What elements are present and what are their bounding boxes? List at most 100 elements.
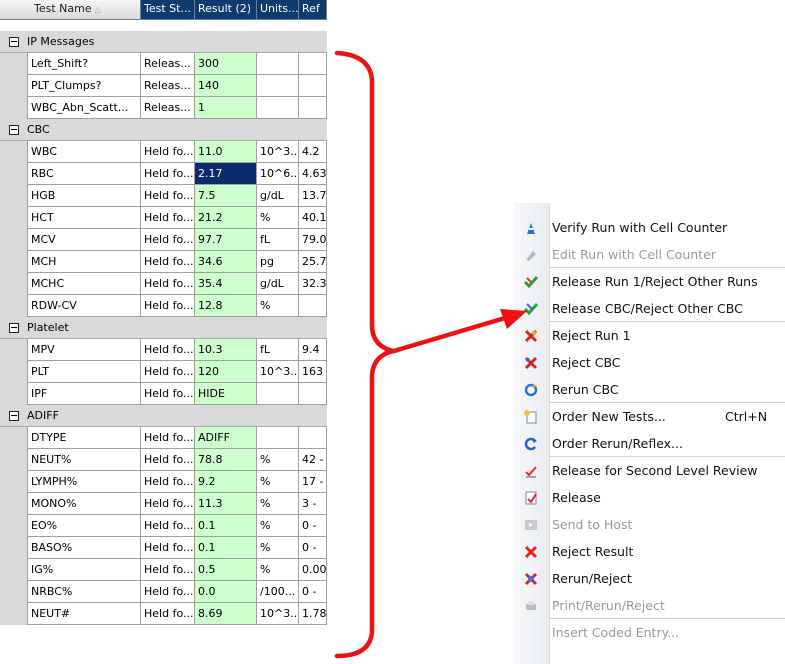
test-status-cell[interactable]: Held fo...	[141, 449, 195, 471]
result-cell[interactable]: 0.5	[195, 559, 257, 581]
ref-range-cell[interactable]: 4.63	[299, 163, 327, 185]
ref-range-cell[interactable]: 40.1	[299, 207, 327, 229]
table-row[interactable]: IG% Held fo... 0.5% 0.00	[0, 559, 327, 581]
ref-range-cell[interactable]	[299, 295, 327, 317]
menu-item-release-run-1-reject-other-runs[interactable]: Release Run 1/Reject Other Runs	[513, 268, 785, 295]
units-cell[interactable]: g/dL	[257, 185, 299, 207]
units-cell[interactable]: %	[257, 449, 299, 471]
result-cell[interactable]: 11.3	[195, 493, 257, 515]
table-row[interactable]: RDW-CV Held fo... 12.8%	[0, 295, 327, 317]
units-cell[interactable]: fL	[257, 339, 299, 361]
ref-range-cell[interactable]: 32.3	[299, 273, 327, 295]
ref-range-cell[interactable]	[299, 53, 327, 75]
test-status-cell[interactable]: Held fo...	[141, 141, 195, 163]
units-cell[interactable]: /100...	[257, 581, 299, 603]
menu-item-release-cbc-reject-other-cbc[interactable]: Release CBC/Reject Other CBC	[513, 295, 785, 322]
test-status-cell[interactable]: Held fo...	[141, 251, 195, 273]
group-header-row[interactable]: IP Messages	[0, 31, 327, 53]
menu-item-rerun-cbc[interactable]: Rerun CBC	[513, 376, 785, 403]
test-name-cell[interactable]: LYMPH%	[27, 471, 141, 493]
units-cell[interactable]: 10^6...	[257, 163, 299, 185]
result-cell[interactable]: 9.2	[195, 471, 257, 493]
test-status-cell[interactable]: Held fo...	[141, 273, 195, 295]
table-row[interactable]: MPV Held fo... 10.3 fL 9.4	[0, 339, 327, 361]
test-name-cell[interactable]: NEUT#	[27, 603, 141, 625]
ref-range-cell[interactable]: 163	[299, 361, 327, 383]
units-cell[interactable]	[257, 383, 299, 405]
table-row[interactable]: MONO% Held fo... 11.3% 3 -	[0, 493, 327, 515]
result-cell[interactable]: 0.0	[195, 581, 257, 603]
table-row[interactable]: NRBC% Held fo... 0.0/100... 0 -	[0, 581, 327, 603]
test-status-cell[interactable]: Held fo...	[141, 493, 195, 515]
test-status-cell[interactable]: Held fo...	[141, 229, 195, 251]
menu-item-verify-run-with-cell-counter[interactable]: Verify Run with Cell Counter	[513, 214, 785, 241]
test-status-cell[interactable]: Held fo...	[141, 603, 195, 625]
result-cell[interactable]: 140	[195, 75, 257, 97]
column-header-ref[interactable]: Ref	[299, 0, 327, 20]
test-name-cell[interactable]: MCV	[27, 229, 141, 251]
test-name-cell[interactable]: IG%	[27, 559, 141, 581]
table-row[interactable]: IPF Held fo... HIDE	[0, 383, 327, 405]
test-name-cell[interactable]: PLT_Clumps?	[27, 75, 141, 97]
table-row[interactable]: MCHC Held fo... 35.4 g/dL 32.3	[0, 273, 327, 295]
test-name-cell[interactable]: NEUT%	[27, 449, 141, 471]
units-cell[interactable]: pg	[257, 251, 299, 273]
ref-range-cell[interactable]: 42 -	[299, 449, 327, 471]
units-cell[interactable]: %	[257, 471, 299, 493]
column-header-test-name[interactable]: Test Name △	[0, 0, 141, 20]
test-name-cell[interactable]: MCH	[27, 251, 141, 273]
test-status-cell[interactable]: Held fo...	[141, 163, 195, 185]
column-header-units[interactable]: Units...	[257, 0, 299, 20]
group-header-row[interactable]: Platelet	[0, 317, 327, 339]
units-cell[interactable]: 10^3...	[257, 141, 299, 163]
table-row[interactable]: MCV Held fo... 97.7 fL 79.0	[0, 229, 327, 251]
menu-item-rerun-reject[interactable]: Rerun/Reject	[513, 565, 785, 592]
collapse-toggle-icon[interactable]	[9, 36, 19, 47]
units-cell[interactable]: %	[257, 559, 299, 581]
units-cell[interactable]: fL	[257, 229, 299, 251]
table-row[interactable]: Left_Shift? Releas... 300	[0, 53, 327, 75]
menu-item-release-for-second-level-review[interactable]: Release for Second Level Review	[513, 457, 785, 484]
ref-range-cell[interactable]	[299, 383, 327, 405]
collapse-toggle-icon[interactable]	[9, 322, 19, 333]
group-header-row[interactable]: CBC	[0, 119, 327, 141]
menu-item-reject-cbc[interactable]: Reject CBC	[513, 349, 785, 376]
result-cell[interactable]: 97.7	[195, 229, 257, 251]
test-status-cell[interactable]: Held fo...	[141, 471, 195, 493]
test-name-cell[interactable]: DTYPE	[27, 427, 141, 449]
test-name-cell[interactable]: MPV	[27, 339, 141, 361]
ref-range-cell[interactable]	[299, 75, 327, 97]
test-status-cell[interactable]: Releas...	[141, 75, 195, 97]
result-cell[interactable]: 0.1	[195, 537, 257, 559]
menu-item-reject-result[interactable]: Reject Result	[513, 538, 785, 565]
units-cell[interactable]: %	[257, 207, 299, 229]
ref-range-cell[interactable]: 17 -	[299, 471, 327, 493]
ref-range-cell[interactable]: 3 -	[299, 493, 327, 515]
units-cell[interactable]: 10^3...	[257, 603, 299, 625]
test-name-cell[interactable]: IPF	[27, 383, 141, 405]
units-cell[interactable]: %	[257, 295, 299, 317]
ref-range-cell[interactable]: 1.78	[299, 603, 327, 625]
table-row[interactable]: HCT Held fo... 21.2% 40.1	[0, 207, 327, 229]
test-status-cell[interactable]: Held fo...	[141, 427, 195, 449]
test-name-cell[interactable]: HGB	[27, 185, 141, 207]
result-cell[interactable]: 34.6	[195, 251, 257, 273]
test-status-cell[interactable]: Held fo...	[141, 207, 195, 229]
ref-range-cell[interactable]: 79.0	[299, 229, 327, 251]
units-cell[interactable]: %	[257, 537, 299, 559]
test-status-cell[interactable]: Held fo...	[141, 515, 195, 537]
test-status-cell[interactable]: Releas...	[141, 53, 195, 75]
table-row[interactable]: HGB Held fo... 7.5 g/dL 13.7	[0, 185, 327, 207]
units-cell[interactable]	[257, 427, 299, 449]
table-row[interactable]: PLT_Clumps? Releas... 140	[0, 75, 327, 97]
units-cell[interactable]: g/dL	[257, 273, 299, 295]
test-status-cell[interactable]: Held fo...	[141, 537, 195, 559]
test-name-cell[interactable]: MCHC	[27, 273, 141, 295]
result-cell[interactable]: 300	[195, 53, 257, 75]
test-status-cell[interactable]: Held fo...	[141, 559, 195, 581]
result-cell[interactable]: 1	[195, 97, 257, 119]
test-name-cell[interactable]: RDW-CV	[27, 295, 141, 317]
test-name-cell[interactable]: HCT	[27, 207, 141, 229]
result-cell[interactable]: ADIFF	[195, 427, 257, 449]
test-name-cell[interactable]: RBC	[27, 163, 141, 185]
